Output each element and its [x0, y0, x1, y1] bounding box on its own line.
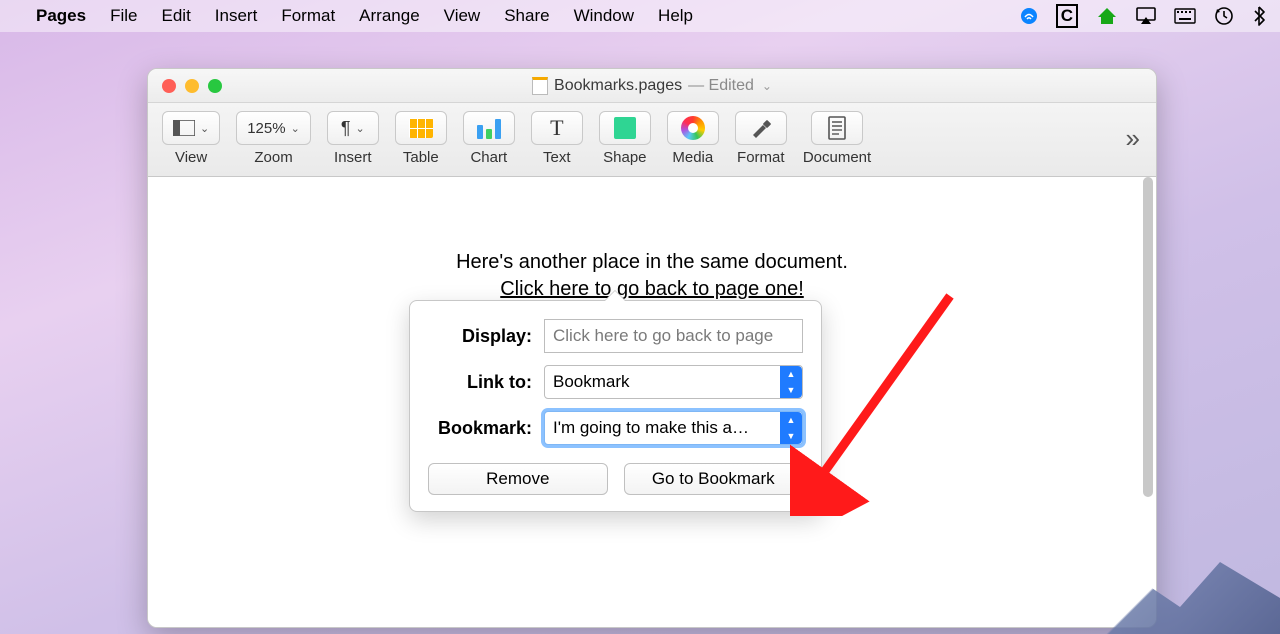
document-edited-status: — Edited	[688, 77, 754, 95]
menubar-left: Pages File Edit Insert Format Arrange Vi…	[14, 6, 705, 26]
page-body-text: Here's another place in the same documen…	[148, 249, 1156, 303]
chart-button[interactable]	[463, 111, 515, 145]
shape-button[interactable]	[599, 111, 651, 145]
toolbar-format-group: Format	[735, 111, 787, 166]
menu-file[interactable]: File	[98, 6, 149, 26]
toolbar-media-group: Media	[667, 111, 719, 166]
stepper-icon: ▲▼	[780, 412, 802, 444]
zoom-button[interactable]: 125% ⌄	[236, 111, 311, 145]
zoom-value: 125%	[247, 120, 285, 137]
toolbar-overflow-button[interactable]: »	[1126, 123, 1140, 154]
airplay-icon[interactable]	[1136, 7, 1156, 25]
table-label: Table	[403, 149, 439, 166]
document-label: Document	[803, 149, 871, 166]
scrollbar-thumb[interactable]	[1143, 177, 1153, 497]
menu-view[interactable]: View	[432, 6, 493, 26]
chart-icon	[477, 117, 501, 139]
media-label: Media	[672, 149, 713, 166]
timemachine-icon[interactable]	[1214, 6, 1234, 26]
table-button[interactable]	[395, 111, 447, 145]
linkto-value: Bookmark	[553, 372, 630, 392]
document-filename: Bookmarks.pages	[554, 77, 682, 95]
text-button[interactable]: T	[531, 111, 583, 145]
paintbrush-icon	[749, 117, 773, 139]
menubar-status: C	[1020, 4, 1266, 28]
remove-button[interactable]: Remove	[428, 463, 608, 495]
titlebar: Bookmarks.pages — Edited ⌄	[148, 69, 1156, 103]
stepper-icon: ▲▼	[780, 366, 802, 398]
bookmark-select[interactable]: I'm going to make this a… ▲▼	[544, 411, 803, 445]
wifi-icon[interactable]	[1020, 7, 1038, 25]
view-button[interactable]: ⌄	[162, 111, 220, 145]
menu-help[interactable]: Help	[646, 6, 705, 26]
chart-label: Chart	[470, 149, 507, 166]
display-label: Display:	[428, 326, 532, 347]
document-button[interactable]	[811, 111, 863, 145]
format-label: Format	[737, 149, 785, 166]
chevron-down-icon: ⌄	[291, 122, 300, 135]
menu-arrange[interactable]: Arrange	[347, 6, 431, 26]
document-icon	[827, 116, 847, 140]
toolbar-document-group: Document	[803, 111, 871, 166]
menu-window[interactable]: Window	[562, 6, 646, 26]
zoom-label: Zoom	[254, 149, 292, 166]
letter-c-icon[interactable]: C	[1056, 4, 1078, 28]
format-button[interactable]	[735, 111, 787, 145]
goto-bookmark-button[interactable]: Go to Bookmark	[624, 463, 804, 495]
pilcrow-icon: ¶	[341, 118, 351, 139]
view-label: View	[175, 149, 207, 166]
menu-share[interactable]: Share	[492, 6, 561, 26]
home-icon[interactable]	[1096, 6, 1118, 26]
insert-label: Insert	[334, 149, 372, 166]
menu-insert[interactable]: Insert	[203, 6, 270, 26]
window-title[interactable]: Bookmarks.pages — Edited ⌄	[148, 77, 1156, 95]
menu-app[interactable]: Pages	[24, 6, 98, 26]
menu-edit[interactable]: Edit	[150, 6, 203, 26]
linkto-label: Link to:	[428, 372, 532, 393]
bookmark-label: Bookmark:	[428, 418, 532, 439]
toolbar-chart-group: Chart	[463, 111, 515, 166]
toolbar-zoom-group: 125% ⌄ Zoom	[236, 111, 311, 166]
insert-button[interactable]: ¶ ⌄	[327, 111, 379, 145]
toolbar-view-group: ⌄ View	[162, 111, 220, 166]
photos-icon	[681, 116, 705, 140]
text-icon: T	[550, 115, 563, 141]
bookmark-value: I'm going to make this a…	[553, 418, 749, 438]
square-icon	[614, 117, 636, 139]
menu-format[interactable]: Format	[269, 6, 347, 26]
bookmark-link[interactable]: Click here to go back to page one!	[500, 278, 804, 300]
bluetooth-icon[interactable]	[1252, 6, 1266, 26]
linkto-select[interactable]: Bookmark ▲▼	[544, 365, 803, 399]
keyboard-icon[interactable]	[1174, 8, 1196, 24]
media-button[interactable]	[667, 111, 719, 145]
display-input[interactable]	[544, 319, 803, 353]
body-line-1[interactable]: Here's another place in the same documen…	[148, 249, 1156, 276]
shape-label: Shape	[603, 149, 646, 166]
table-icon	[409, 118, 433, 138]
chevron-down-icon: ⌄	[356, 122, 365, 135]
menubar: Pages File Edit Insert Format Arrange Vi…	[0, 0, 1280, 32]
chevron-down-icon: ⌄	[200, 122, 209, 135]
sidebar-icon	[173, 120, 195, 136]
document-file-icon	[532, 77, 548, 95]
chevron-down-icon: ⌄	[762, 79, 772, 93]
toolbar-insert-group: ¶ ⌄ Insert	[327, 111, 379, 166]
toolbar: ⌄ View 125% ⌄ Zoom ¶ ⌄ Insert Table	[148, 103, 1156, 177]
text-label: Text	[543, 149, 571, 166]
toolbar-shape-group: Shape	[599, 111, 651, 166]
toolbar-table-group: Table	[395, 111, 447, 166]
toolbar-text-group: T Text	[531, 111, 583, 166]
link-popover: Display: Link to: Bookmark ▲▼ Bookmark: …	[409, 300, 822, 512]
